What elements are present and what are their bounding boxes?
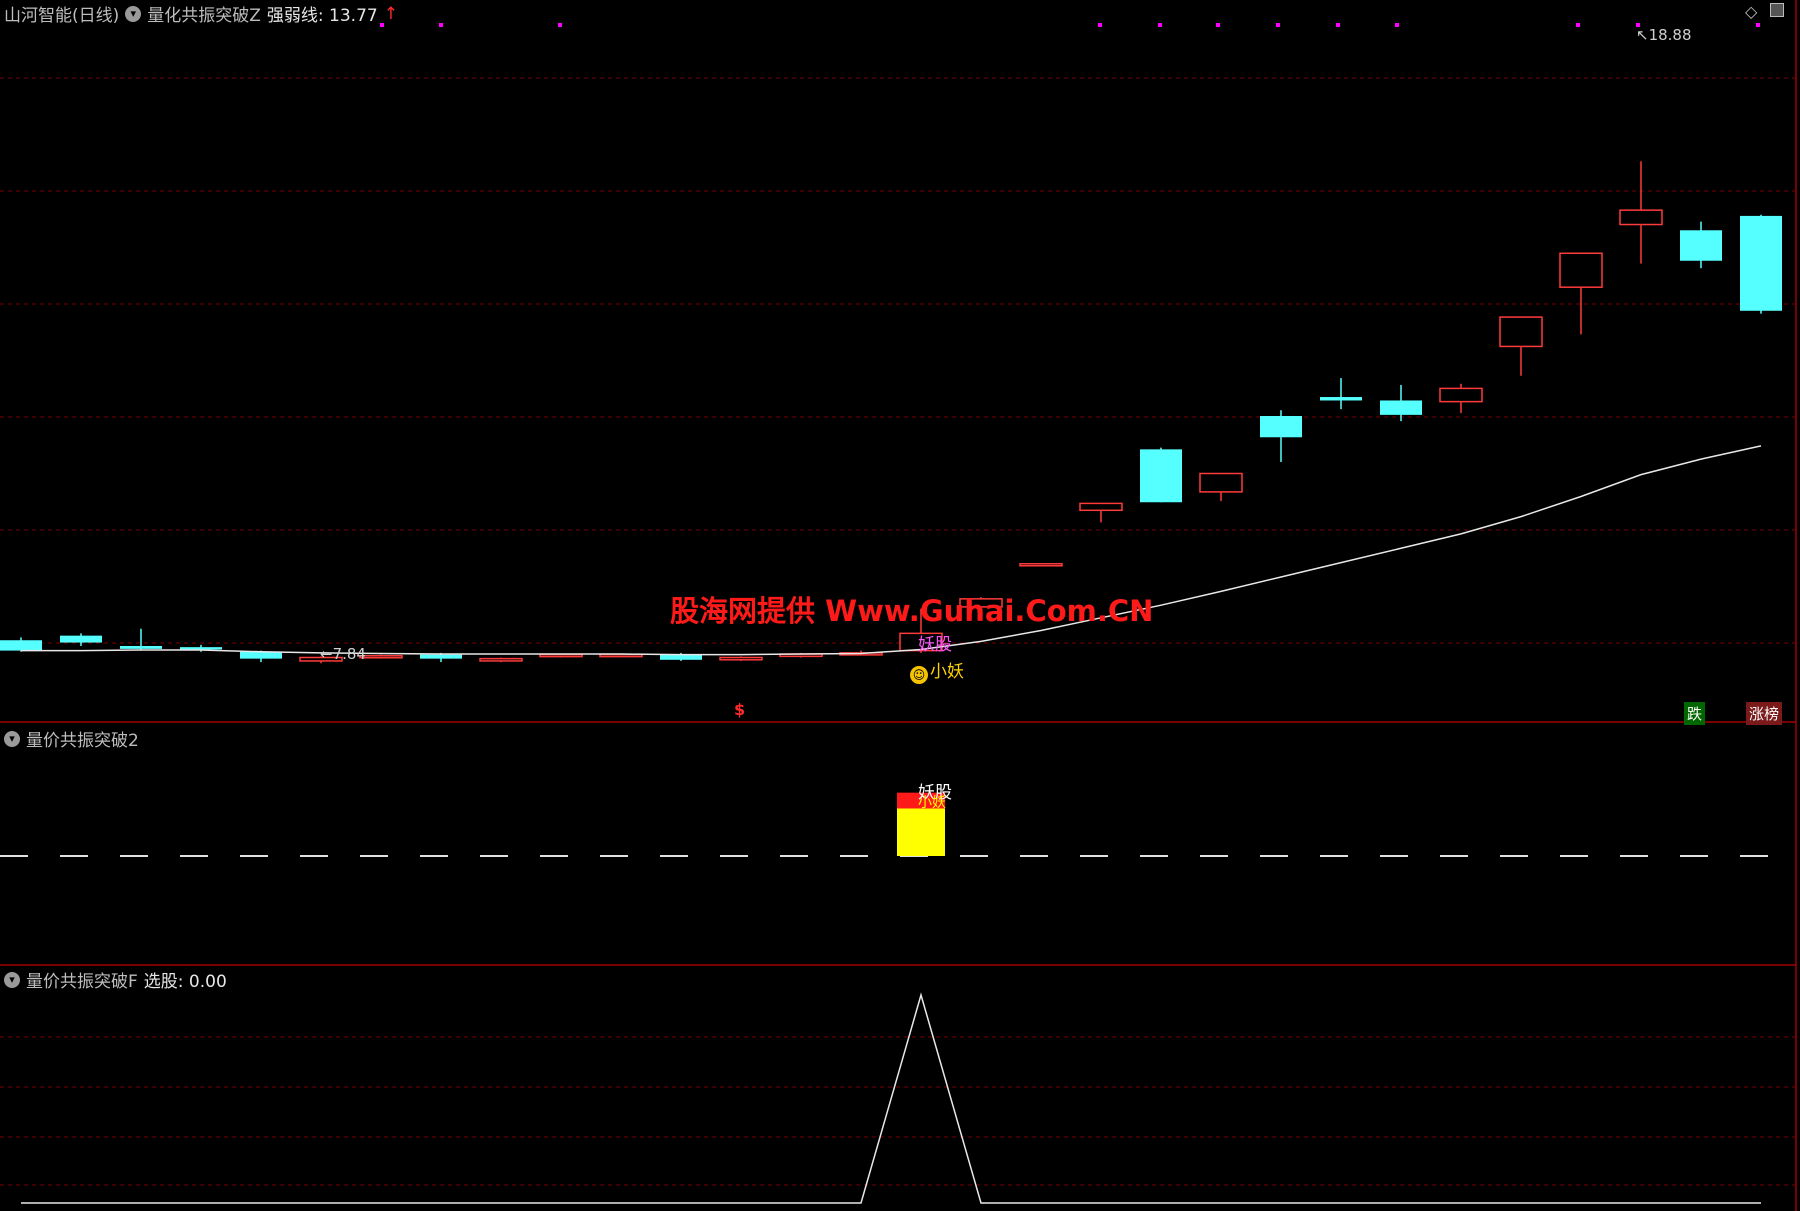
dollar-marker: $ bbox=[734, 700, 746, 719]
signal-dot bbox=[1158, 23, 1162, 27]
select-value: 选股: 0.00 bbox=[143, 972, 227, 992]
low-arrow-icon: ← bbox=[320, 645, 333, 663]
up-arrow-icon: ↑ bbox=[383, 3, 398, 24]
candle-body bbox=[1140, 449, 1182, 503]
candle-body bbox=[0, 640, 42, 651]
strength-line-value: 强弱线: 13.77 bbox=[266, 6, 378, 26]
candle-body bbox=[420, 654, 462, 659]
indicator-menu-icon[interactable]: ▾ bbox=[4, 730, 20, 747]
candle-body bbox=[1619, 209, 1663, 226]
main-panel-header: 山河智能(日线) ▾ 量化共振突破Z 强弱线: 13.77 ↑ bbox=[4, 1, 398, 27]
window-icon[interactable] bbox=[1770, 3, 1784, 17]
signal-dot bbox=[1336, 23, 1340, 27]
smiley-icon: ☺ bbox=[910, 666, 928, 684]
candle-body bbox=[1260, 416, 1302, 438]
candle-body bbox=[1559, 252, 1603, 288]
zhangbang-badge[interactable]: 涨榜 bbox=[1746, 702, 1783, 725]
xiaoyao-label: 小妖 bbox=[930, 662, 964, 682]
signal-dot bbox=[1576, 23, 1580, 27]
panel2-header: ▾ 量价共振突破2 bbox=[4, 726, 139, 751]
candle-body bbox=[1320, 397, 1362, 401]
watermark: 股海网提供 Www.Guhai.Com.CN bbox=[670, 594, 1154, 628]
candle-body bbox=[719, 656, 763, 661]
signal-dot bbox=[1098, 23, 1102, 27]
candle-body bbox=[1499, 316, 1543, 348]
stock-name[interactable]: 山河智能(日线) bbox=[4, 1, 119, 26]
candle-body bbox=[1740, 215, 1782, 311]
candle-body bbox=[60, 635, 102, 643]
indicator-name[interactable]: 量化共振突破Z bbox=[147, 1, 261, 26]
candle-body bbox=[1079, 502, 1123, 512]
signal-dot bbox=[1756, 23, 1760, 27]
panel2-title[interactable]: 量价共振突破2 bbox=[26, 726, 139, 751]
candle-body bbox=[180, 647, 222, 650]
bar-xiaoyao-label: 小妖 bbox=[918, 795, 946, 811]
select-signal-line bbox=[21, 992, 1761, 1204]
candle-body bbox=[1019, 563, 1063, 567]
signal-dot bbox=[1216, 23, 1220, 27]
signal-dot bbox=[558, 23, 562, 27]
candle-body bbox=[120, 646, 162, 649]
signal-bar-yellow bbox=[897, 808, 945, 856]
candle-body bbox=[1439, 387, 1483, 403]
signal-dot bbox=[1395, 23, 1399, 27]
diamond-icon[interactable]: ◇ bbox=[1745, 2, 1757, 21]
candle-body bbox=[539, 653, 583, 658]
die-badge[interactable]: 跌 bbox=[1684, 702, 1706, 725]
candle-body bbox=[359, 655, 403, 659]
indicator-menu-icon[interactable]: ▾ bbox=[4, 971, 20, 988]
high-price-label: ↖18.88 bbox=[1636, 26, 1692, 44]
panel3-header: ▾ 量价共振突破F 选股: 0.00 bbox=[4, 967, 227, 992]
high-arrow-icon: ↖ bbox=[1636, 26, 1649, 44]
signal-dot bbox=[439, 23, 443, 27]
candle-body bbox=[240, 651, 282, 659]
low-price-label: ←7.84 bbox=[320, 645, 366, 663]
candle-body bbox=[1380, 400, 1422, 415]
candle-body bbox=[479, 657, 523, 662]
yaogu-label: 妖股 bbox=[918, 635, 952, 655]
signal-dot bbox=[1276, 23, 1280, 27]
candle-body bbox=[1199, 472, 1243, 493]
indicator-menu-icon[interactable]: ▾ bbox=[125, 5, 142, 22]
panel3-title[interactable]: 量价共振突破F bbox=[26, 967, 138, 992]
candle-body bbox=[1680, 230, 1722, 261]
